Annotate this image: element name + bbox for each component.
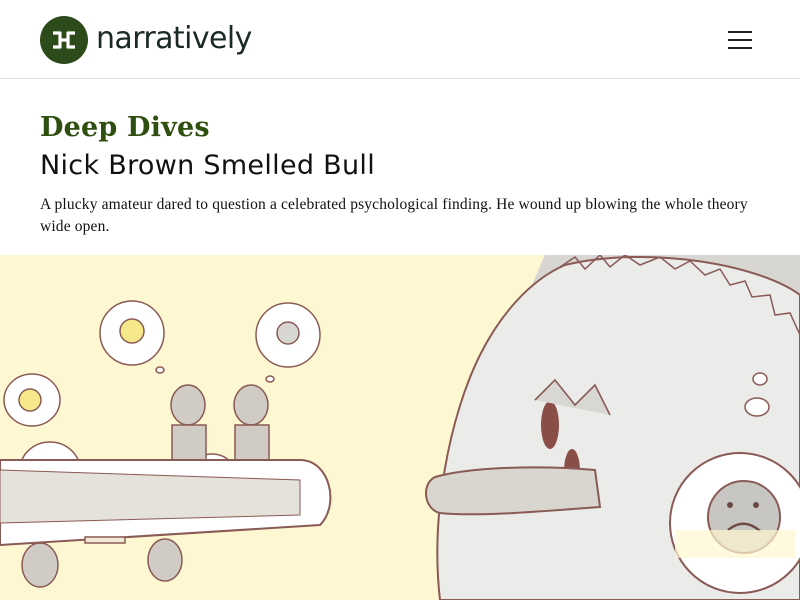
site-header: narratively	[0, 0, 800, 79]
menu-line	[728, 31, 752, 33]
hero-illustration	[0, 255, 800, 600]
category-label[interactable]: Deep Dives	[40, 110, 210, 146]
menu-line	[728, 47, 752, 49]
hamburger-menu-icon[interactable]	[724, 26, 756, 54]
narratively-logo-icon[interactable]	[40, 16, 88, 64]
article-title: Nick Brown Smelled Bull	[40, 150, 376, 181]
menu-line	[728, 39, 752, 41]
brand-wordmark[interactable]: narratively	[96, 16, 252, 64]
article-dek: A plucky amateur dared to question a cel…	[40, 196, 748, 235]
